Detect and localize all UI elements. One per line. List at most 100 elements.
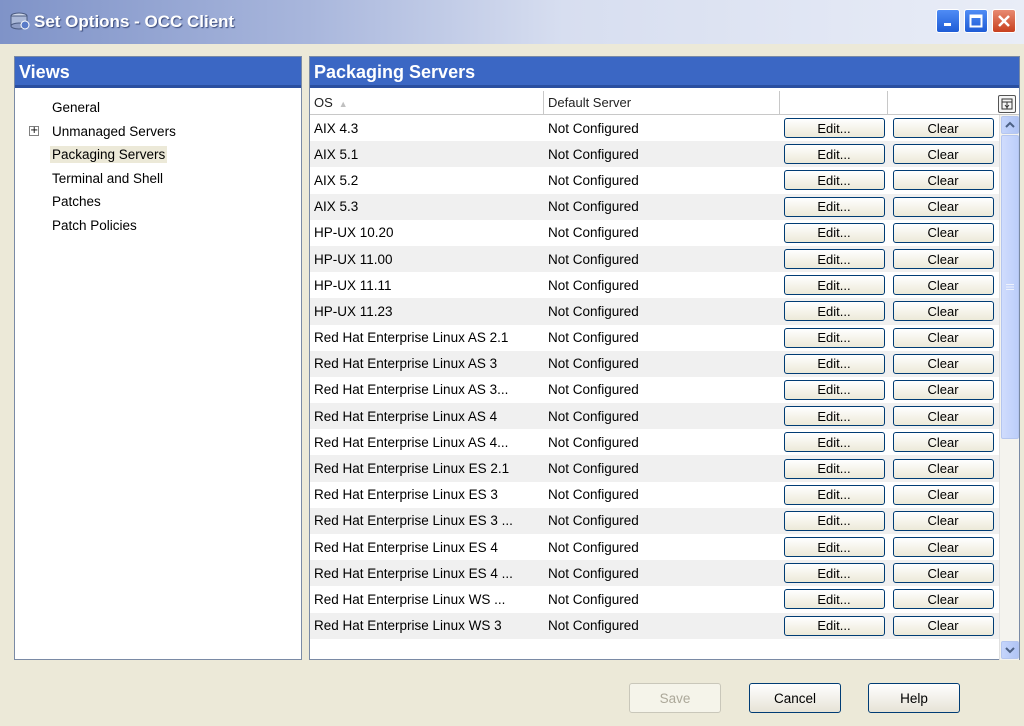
default-server-cell: Not Configured (548, 120, 639, 136)
table-row[interactable]: Red Hat Enterprise Linux WS ... Not Confi… (310, 586, 1019, 612)
table-row[interactable]: Red Hat Enterprise Linux ES 4 Not Configu… (310, 534, 1019, 560)
edit-button[interactable]: Edit... (783, 615, 885, 636)
clear-button[interactable]: Clear (892, 484, 994, 505)
maximize-button[interactable] (964, 9, 988, 33)
clear-button[interactable]: Clear (892, 249, 994, 270)
clear-button[interactable]: Clear (892, 615, 994, 636)
table-row[interactable]: Red Hat Enterprise Linux AS 3 Not Configu… (310, 350, 1019, 377)
table-row[interactable]: Red Hat Enterprise Linux ES 3 Not Configu… (310, 482, 1019, 508)
edit-button[interactable]: Edit... (783, 144, 885, 165)
tree-item[interactable]: Patches (15, 190, 301, 214)
tree-item[interactable]: Terminal and Shell (15, 167, 301, 191)
clear-cell: Clear (888, 118, 998, 139)
edit-button[interactable]: Edit... (783, 222, 885, 243)
clear-button[interactable]: Clear (892, 510, 994, 531)
expand-icon[interactable]: + (29, 125, 39, 136)
app-icon (8, 11, 30, 31)
edit-button[interactable]: Edit... (783, 170, 885, 191)
edit-button[interactable]: Edit... (783, 275, 885, 296)
os-cell: Red Hat Enterprise Linux WS 3 (314, 618, 502, 634)
clear-cell: Clear (888, 170, 998, 191)
edit-button[interactable]: Edit... (783, 484, 885, 505)
clear-button[interactable]: Clear (892, 275, 994, 296)
edit-cell: Edit... (780, 406, 888, 427)
clear-button[interactable]: Clear (892, 432, 994, 453)
table-row[interactable]: AIX 5.2 Not Configured Edit... Clear (310, 167, 1019, 193)
edit-button[interactable]: Edit... (783, 249, 885, 270)
edit-button[interactable]: Edit... (783, 301, 885, 322)
table-row[interactable]: Red Hat Enterprise Linux ES 2.1 Not Confi… (310, 455, 1019, 482)
edit-button[interactable]: Edit... (783, 406, 885, 427)
table-row[interactable]: AIX 5.3 Not Configured Edit... Clear (310, 193, 1019, 220)
table-row[interactable]: Red Hat Enterprise Linux WS 3 Not Configu… (310, 612, 1019, 639)
clear-button[interactable]: Clear (892, 196, 994, 217)
clear-button[interactable]: Clear (892, 589, 994, 610)
edit-button[interactable]: Edit... (783, 589, 885, 610)
table-row[interactable]: Red Hat Enterprise Linux ES 4 ... Not Con… (310, 560, 1019, 587)
table-row[interactable]: Red Hat Enterprise Linux AS 4... Not Conf… (310, 429, 1019, 455)
tree-item-label: Packaging Servers (50, 146, 168, 163)
table-row[interactable]: HP-UX 11.00 Not Configured Edit... Clear (310, 245, 1019, 273)
clear-cell: Clear (888, 615, 998, 636)
os-cell: Red Hat Enterprise Linux AS 4 (314, 408, 498, 424)
os-cell: AIX 4.3 (314, 120, 359, 136)
clear-button[interactable]: Clear (892, 118, 994, 139)
close-button[interactable] (992, 9, 1016, 33)
column-header-default-server[interactable]: Default Server (544, 91, 780, 115)
table-row[interactable]: AIX 4.3 Not Configured Edit... Clear (310, 115, 1019, 141)
column-header-os[interactable]: OS ▲ (310, 91, 544, 115)
tree-item[interactable]: General (15, 96, 301, 120)
edit-button[interactable]: Edit... (783, 537, 885, 558)
edit-button[interactable]: Edit... (783, 118, 885, 139)
tree-item[interactable]: Patch Policies (15, 214, 301, 238)
views-tree: General + Unmanaged Servers Packaging Serve… (15, 88, 301, 237)
default-server-cell: Not Configured (548, 591, 639, 607)
edit-button[interactable]: Edit... (783, 510, 885, 531)
table-row[interactable]: Red Hat Enterprise Linux AS 4 Not Configu… (310, 403, 1019, 430)
edit-button[interactable]: Edit... (783, 563, 885, 584)
clear-button[interactable]: Clear (892, 301, 994, 322)
clear-button[interactable]: Clear (892, 353, 994, 374)
table-row[interactable]: HP-UX 11.11 Not Configured Edit... Clear (310, 272, 1019, 298)
clear-button[interactable]: Clear (892, 406, 994, 427)
save-button[interactable]: Save (629, 683, 721, 713)
table-row[interactable]: AIX 5.1 Not Configured Edit... Clear (310, 141, 1019, 168)
minimize-icon (944, 23, 951, 26)
table-row[interactable]: Red Hat Enterprise Linux ES 3 ... Not Con… (310, 507, 1019, 534)
cancel-button[interactable]: Cancel (749, 683, 841, 713)
edit-button[interactable]: Edit... (783, 353, 885, 374)
table-row[interactable]: HP-UX 10.20 Not Configured Edit... Clear (310, 220, 1019, 246)
edit-cell: Edit... (780, 615, 888, 636)
clear-button[interactable]: Clear (892, 537, 994, 558)
title-bar[interactable]: Set Options - OCC Client (0, 0, 1024, 44)
column-chooser-button[interactable] (998, 95, 1016, 113)
scroll-thumb[interactable] (1001, 135, 1019, 439)
scroll-down-button[interactable] (1001, 641, 1019, 659)
clear-button[interactable]: Clear (892, 458, 994, 479)
scroll-up-button[interactable] (1001, 116, 1019, 134)
edit-cell: Edit... (780, 144, 888, 165)
edit-button[interactable]: Edit... (783, 458, 885, 479)
table-row[interactable]: HP-UX 11.23 Not Configured Edit... Clear (310, 298, 1019, 325)
clear-button[interactable]: Clear (892, 222, 994, 243)
help-button[interactable]: Help (868, 683, 960, 713)
edit-button[interactable]: Edit... (783, 379, 885, 400)
clear-button[interactable]: Clear (892, 170, 994, 191)
scroll-up-icon (1005, 121, 1015, 128)
vertical-scrollbar[interactable] (999, 115, 1019, 660)
clear-cell: Clear (888, 222, 998, 243)
clear-button[interactable]: Clear (892, 563, 994, 584)
clear-button[interactable]: Clear (892, 379, 994, 400)
table-row[interactable]: Red Hat Enterprise Linux AS 2.1 Not Confi… (310, 325, 1019, 351)
tree-item[interactable]: + Unmanaged Servers (15, 120, 301, 144)
table-row[interactable]: Red Hat Enterprise Linux AS 3... Not Conf… (310, 377, 1019, 403)
edit-button[interactable]: Edit... (783, 327, 885, 348)
tree-item[interactable]: Packaging Servers (15, 143, 301, 167)
clear-button[interactable]: Clear (892, 144, 994, 165)
clear-button[interactable]: Clear (892, 327, 994, 348)
edit-cell: Edit... (780, 118, 888, 139)
minimize-button[interactable] (936, 9, 960, 33)
edit-button[interactable]: Edit... (783, 196, 885, 217)
edit-button[interactable]: Edit... (783, 432, 885, 453)
clear-cell: Clear (888, 432, 998, 453)
